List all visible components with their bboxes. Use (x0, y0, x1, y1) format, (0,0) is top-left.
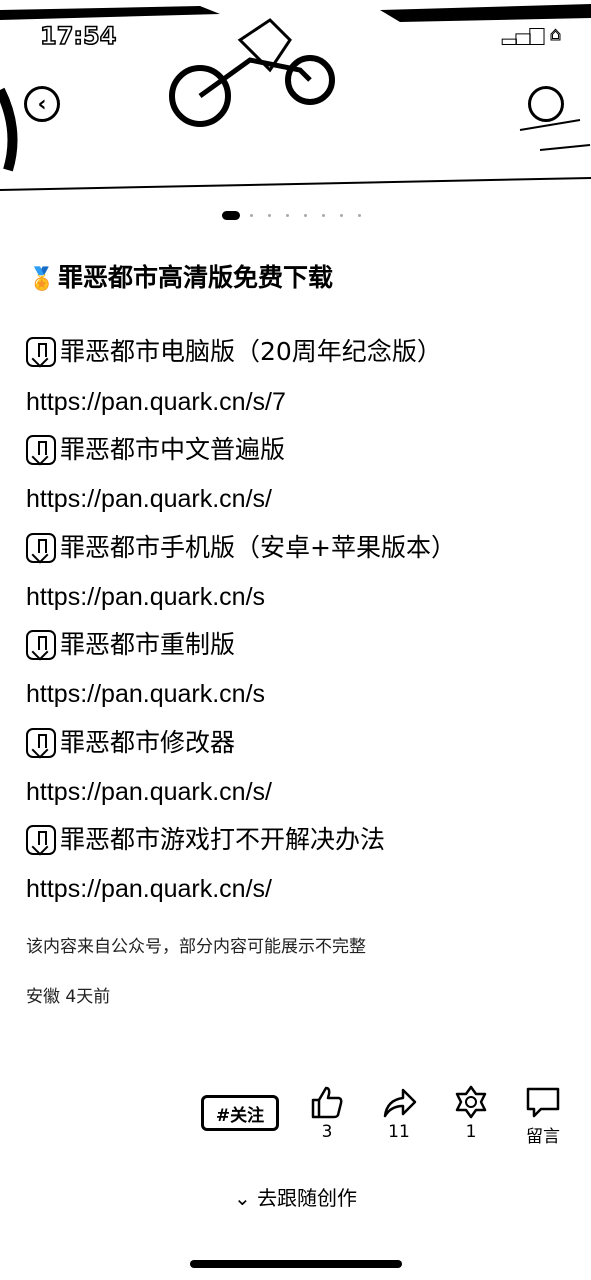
share-button[interactable]: 11 (375, 1084, 423, 1142)
carousel-dot (286, 214, 289, 217)
status-icons: ▂▄▆ ⌂ (502, 24, 562, 46)
download-icon (26, 630, 56, 660)
status-time: 17:54 (39, 21, 117, 51)
download-icon (26, 337, 56, 367)
more-button[interactable] (528, 86, 564, 122)
comment-button[interactable]: 留言 (519, 1084, 567, 1147)
carousel-dot (322, 214, 325, 217)
hero-image[interactable]: 17:54 ▂▄▆ ⌂ ‹ (0, 0, 591, 198)
download-icon (26, 435, 56, 465)
download-link[interactable]: https://pan.quark.cn/s/7 (26, 384, 301, 420)
like-count: 3 (321, 1122, 333, 1142)
share-count: 11 (388, 1122, 410, 1142)
download-link[interactable]: https://pan.quark.cn/s (26, 579, 290, 615)
source-note: 该内容来自公众号，部分内容可能展示不完整 (26, 937, 366, 957)
home-indicator[interactable] (190, 1260, 402, 1268)
favorite-count: 1 (465, 1122, 477, 1142)
comment-icon (526, 1087, 560, 1118)
back-icon: ‹ (37, 91, 47, 117)
carousel-dot (250, 214, 253, 217)
like-button[interactable]: 3 (303, 1084, 351, 1142)
follow-create-link[interactable]: ⌄ 去跟随创作 (0, 1182, 591, 1211)
star-icon (455, 1085, 487, 1119)
download-item-heading: 罪恶都市修改器 (26, 725, 235, 761)
follow-button[interactable]: #关注 (201, 1095, 279, 1131)
article-title: 🏅 罪恶都市高清版免费下载 (28, 258, 333, 300)
location-time: 安徽 4天前 (26, 987, 111, 1007)
favorite-button[interactable]: 1 (447, 1084, 495, 1142)
chevron-down-icon: ⌄ (233, 1186, 251, 1210)
download-icon (26, 533, 56, 563)
download-item-heading: 罪恶都市手机版（安卓+苹果版本） (26, 530, 456, 566)
download-link[interactable]: https://pan.quark.cn/s/ (26, 871, 298, 907)
download-link[interactable]: https://pan.quark.cn/s (26, 676, 290, 712)
download-item-heading: 罪恶都市电脑版（20周年纪念版） (26, 334, 442, 370)
download-icon (26, 825, 56, 855)
carousel-dot (304, 214, 307, 217)
download-icon (26, 728, 56, 758)
carousel-dot (340, 214, 343, 217)
carousel-dot-active (222, 211, 240, 220)
back-button[interactable]: ‹ (24, 86, 60, 122)
thumbs-up-icon (311, 1086, 343, 1119)
download-item-heading: 罪恶都市游戏打不开解决办法 (26, 822, 385, 858)
download-item-heading: 罪恶都市中文普遍版 (26, 432, 285, 468)
comment-label: 留言 (526, 1127, 560, 1147)
download-item-heading: 罪恶都市重制版 (26, 627, 235, 663)
download-link[interactable]: https://pan.quark.cn/s/ (26, 774, 294, 810)
carousel-dot (268, 214, 271, 217)
download-link[interactable]: https://pan.quark.cn/s/ (26, 481, 301, 517)
medal-icon: 🏅 (28, 267, 56, 292)
carousel-dot (358, 214, 361, 217)
carousel-indicator (0, 211, 591, 221)
share-icon (383, 1088, 417, 1118)
